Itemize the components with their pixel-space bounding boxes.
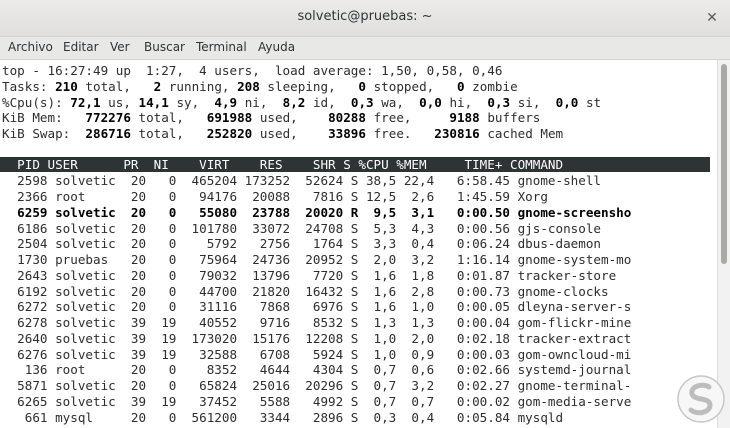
table-row: 6276 solvetic 39 19 32588 6708 5924 S 1,… <box>2 346 632 362</box>
menu-editar[interactable]: Editar <box>63 40 99 54</box>
summary-line: top - 16:27:49 up 1:27, 4 users, load av… <box>2 63 503 78</box>
title-bar[interactable]: solvetic@pruebas: ~ ✕ <box>0 0 730 37</box>
table-row: 6259 solvetic 20 0 55080 23788 20020 R 9… <box>2 204 632 220</box>
terminal-scrollbar[interactable] <box>717 60 730 428</box>
solvetic-logo-icon <box>677 375 725 423</box>
table-row: 2504 solvetic 20 0 5792 2756 1764 S 3,3 … <box>2 236 601 252</box>
menu-ayuda[interactable]: Ayuda <box>258 40 295 54</box>
menu-terminal[interactable]: Terminal <box>196 40 247 54</box>
window-title: solvetic@pruebas: ~ <box>297 9 433 24</box>
table-header-text: PID USER PR NI VIRT RES SHR S %CPU %MEM … <box>2 156 564 172</box>
table-row: 6278 solvetic 39 19 40552 9716 8532 S 1,… <box>2 315 632 330</box>
summary-line: Tasks: 210 total, 2 running, 208 sleepin… <box>2 78 518 94</box>
summary-line: %Cpu(s): 72,1 us, 14,1 sy, 4,9 ni, 8,2 i… <box>2 94 602 110</box>
menu-buscar[interactable]: Buscar <box>144 40 185 54</box>
table-row: 661 mysql 20 0 561200 3344 2896 S 0,3 0,… <box>2 409 564 425</box>
menu-archivo[interactable]: Archivo <box>8 40 53 54</box>
table-row: 1730 pruebas 20 0 75964 24736 20952 S 2,… <box>2 252 632 267</box>
table-row: 2640 solvetic 39 19 173020 15176 12208 S… <box>2 330 632 346</box>
table-row: 6265 solvetic 39 19 37452 5588 4992 S 0,… <box>2 393 632 409</box>
terminal-output[interactable]: top - 16:27:49 up 1:27, 4 users, load av… <box>0 60 718 428</box>
table-row: 2598 solvetic 20 0 465204 173252 52624 S… <box>2 173 601 189</box>
summary-line: KiB Mem: 772276 total, 691988 used, 8028… <box>2 110 541 126</box>
table-row: 5871 solvetic 20 0 65824 25016 20296 S 0… <box>2 378 632 393</box>
table-row: 2366 root 20 0 94176 20088 7816 S 12,5 2… <box>2 189 548 204</box>
table-row: 6272 solvetic 20 0 31116 7868 6976 S 1,6… <box>2 299 632 315</box>
scrollbar-thumb[interactable] <box>721 64 727 264</box>
table-row: 2643 solvetic 20 0 79032 13796 7720 S 1,… <box>2 267 617 283</box>
table-row: 6186 solvetic 20 0 101780 33072 24708 S … <box>2 220 601 236</box>
menu-ver[interactable]: Ver <box>110 40 130 54</box>
terminal-window: solvetic@pruebas: ~ ✕ Archivo Editar Ver… <box>0 0 730 428</box>
summary-line: KiB Swap: 286716 total, 252820 used, 338… <box>2 126 564 141</box>
menu-bar: Archivo Editar Ver Buscar Terminal Ayuda <box>0 37 730 60</box>
table-row: 6192 solvetic 20 0 44700 21820 16432 S 1… <box>2 283 609 299</box>
close-icon[interactable]: ✕ <box>702 8 722 28</box>
process-table-header: PID USER PR NI VIRT RES SHR S %CPU %MEM … <box>0 156 710 172</box>
table-row: 136 root 20 0 8352 4644 4304 S 0,7 0,6 0… <box>2 362 632 378</box>
